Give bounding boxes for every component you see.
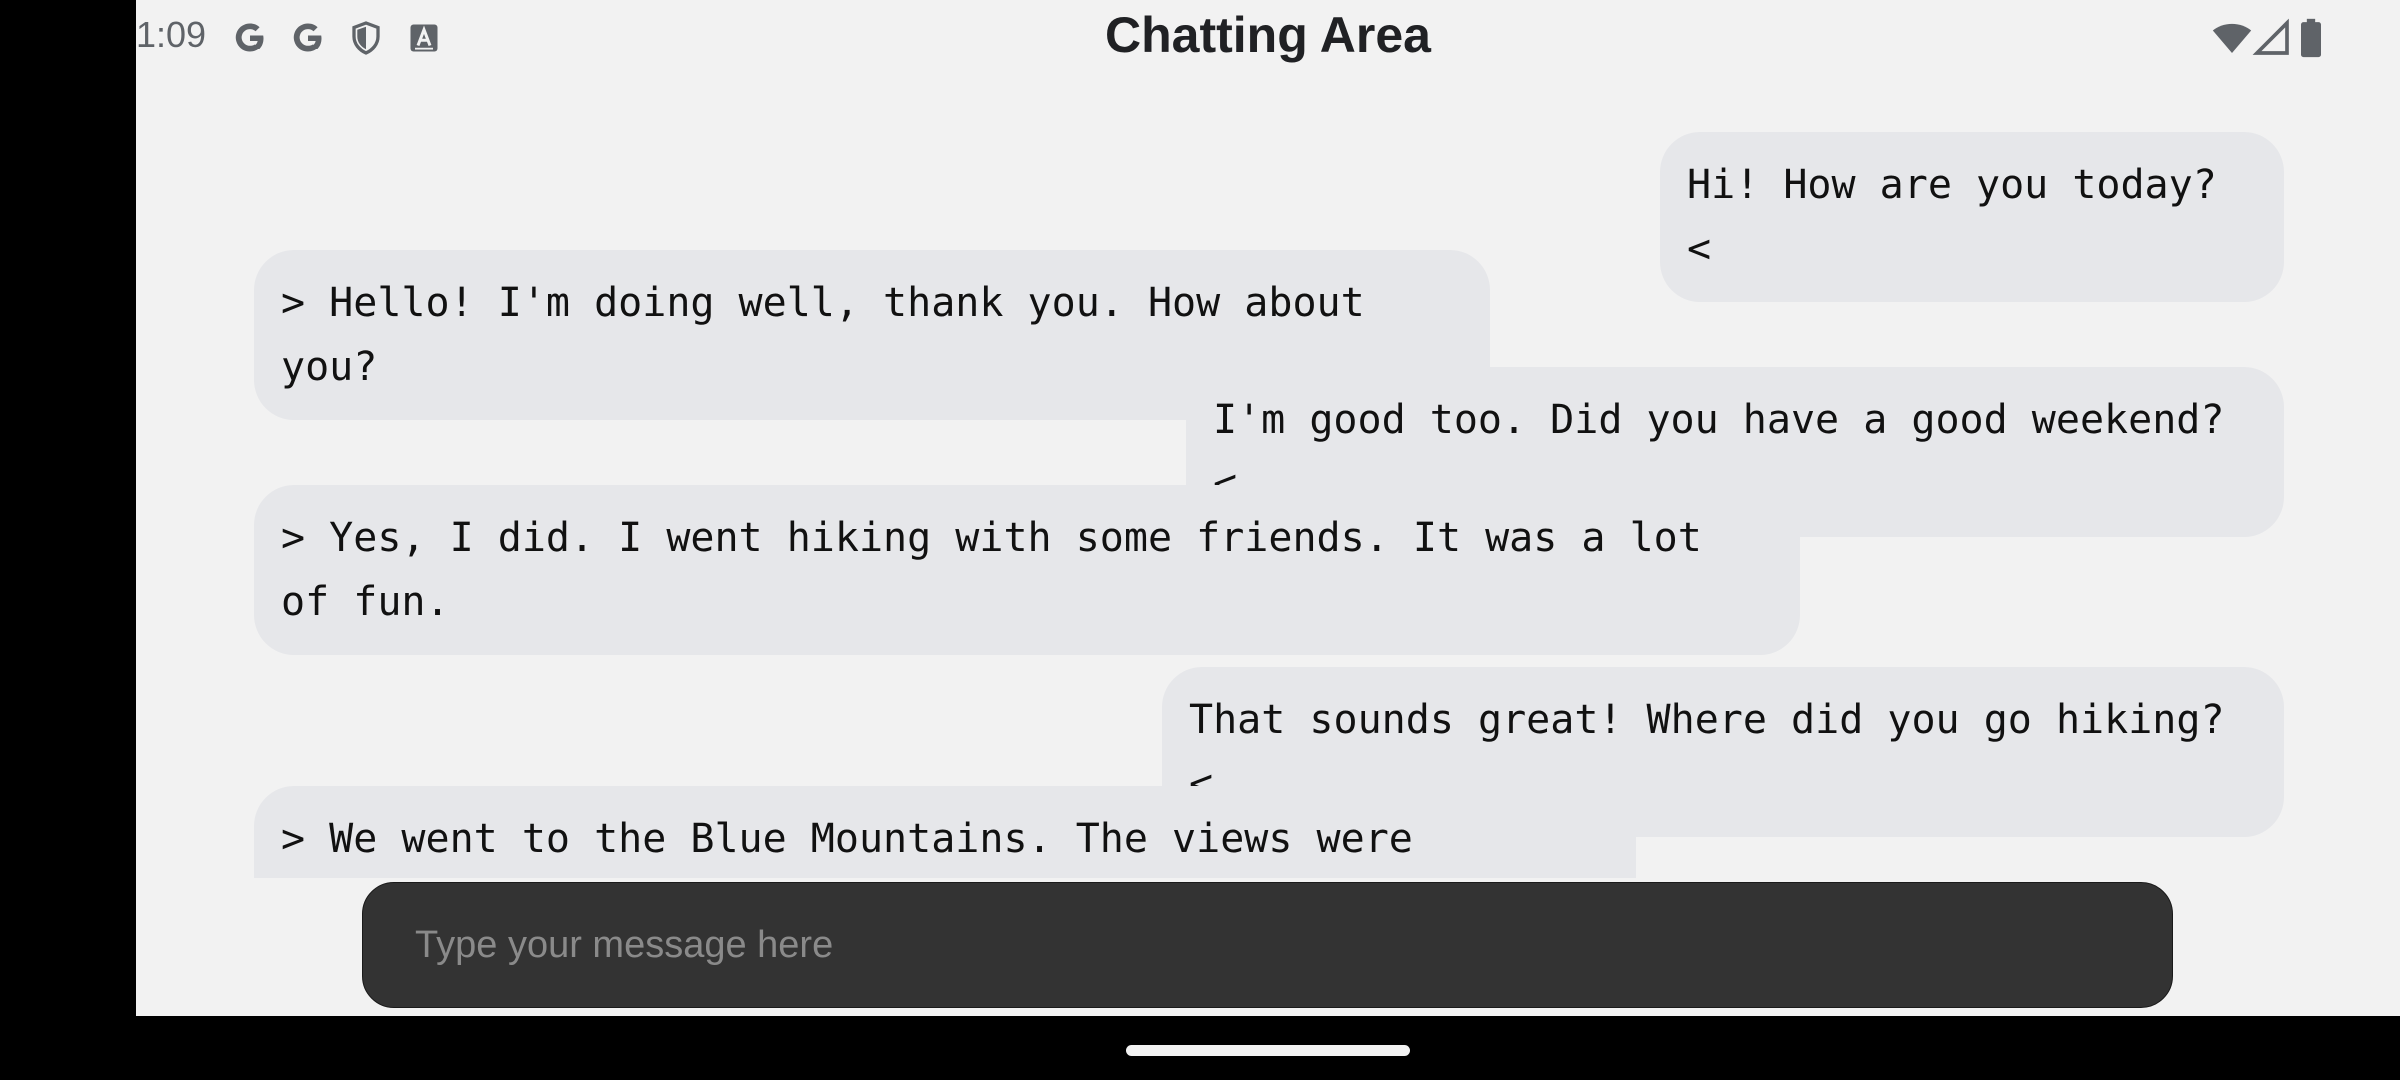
- gesture-nav-handle[interactable]: [1126, 1045, 1410, 1056]
- message-user: Hi! How are you today? <: [1660, 132, 2284, 302]
- message-composer[interactable]: [362, 882, 2173, 1008]
- message-bot: > Yes, I did. I went hiking with some fr…: [254, 485, 1800, 655]
- message-input[interactable]: [363, 883, 2172, 1007]
- message-bot: > We went to the Blue Mountains. The vie…: [254, 786, 1636, 878]
- chat-messages[interactable]: Hi! How are you today? < > Hello! I'm do…: [136, 0, 2400, 878]
- app-screen: 1:09 Chatting Area Hi! How are you today…: [136, 0, 2400, 1016]
